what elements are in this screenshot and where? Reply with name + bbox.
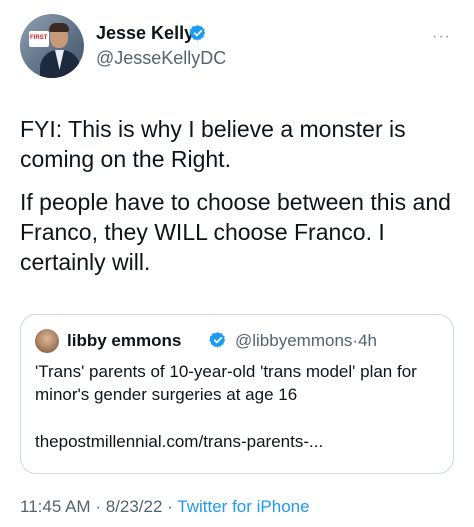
separator: · [167,497,173,516]
separator: · [95,497,101,516]
tweet-meta: 11:45 AM · 8/23/22 · Twitter for iPhone [20,497,310,517]
quoted-author-avatar [35,329,59,353]
more-options-icon[interactable]: ··· [432,28,451,46]
author-name[interactable]: Jesse Kelly [96,23,194,44]
network-logo: FIRST [29,31,49,47]
tweet-text-paragraph: FYI: This is why I believe a monster is … [20,116,406,172]
tweet-date[interactable]: 8/23/22 [106,497,163,516]
quoted-author-name: libby emmons [67,331,182,350]
quoted-author-meta: @libbyemmons·4h [235,331,377,351]
quoted-author-handle: @libbyemmons [235,331,353,350]
tweet-text-paragraph: If people have to choose between this an… [20,189,451,275]
quoted-tweet-link[interactable]: thepostmillennial.com/trans-parents-... [35,432,323,452]
verified-badge-icon [189,25,206,41]
tweet-time[interactable]: 11:45 AM [20,497,91,516]
quoted-tweet-time: 4h [358,331,377,350]
author-avatar[interactable]: FIRST [20,14,84,78]
author-handle[interactable]: @JesseKellyDC [96,48,226,69]
quoted-tweet-card[interactable]: libby emmons @libbyemmons·4h 'Trans' par… [20,314,454,474]
verified-badge-icon [209,332,226,348]
tweet-source-link[interactable]: Twitter for iPhone [177,497,309,516]
tweet: FIRST Jesse Kelly @JesseKellyDC ··· FYI:… [0,0,474,527]
quoted-tweet-text: 'Trans' parents of 10-year-old 'trans mo… [35,362,417,404]
